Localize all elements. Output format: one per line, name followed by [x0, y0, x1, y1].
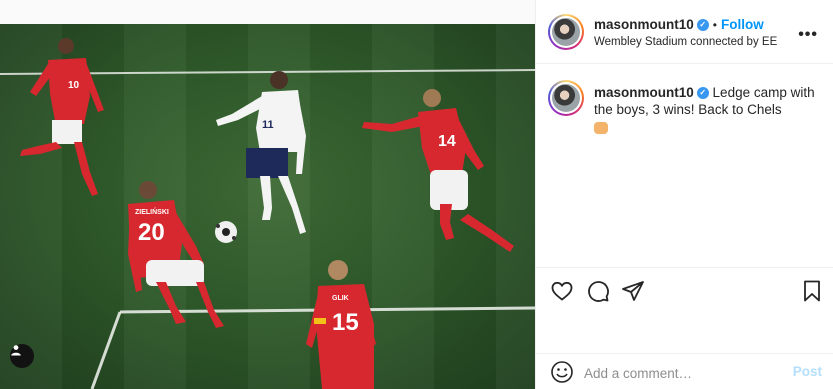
- fist-bump-emoji: [594, 122, 608, 135]
- caption-text-block: masonmount10 ✓ Ledge camp with the boys, …: [594, 84, 826, 135]
- smiley-icon[interactable]: [550, 360, 574, 384]
- more-options-icon[interactable]: •••: [798, 26, 818, 44]
- user-tag-button[interactable]: [10, 344, 34, 368]
- caption-avatar[interactable]: [548, 80, 584, 116]
- player-white-11: 11: [216, 71, 306, 234]
- player-red-20: ZIELIŃSKI 20: [128, 181, 224, 328]
- avatar[interactable]: [548, 14, 584, 50]
- post-caption: masonmount10 ✓ Ledge camp with the boys, …: [536, 64, 833, 267]
- share-icon[interactable]: [621, 279, 645, 303]
- avatar-image: [552, 18, 580, 46]
- post-photo[interactable]: 10 11 ZIELIŃSKI 20 14 GLIK 15: [0, 24, 535, 389]
- instagram-post-page: 10 11 ZIELIŃSKI 20 14 GLIK 15 masonmount…: [0, 0, 833, 389]
- bookmark-icon[interactable]: [800, 279, 824, 303]
- shirt-number-20: 20: [138, 219, 165, 246]
- shirt-name-zielinski: ZIELIŃSKI: [135, 207, 169, 216]
- shirt-number-14: 14: [438, 133, 456, 150]
- player-red-10: 10: [20, 38, 104, 196]
- post-header: masonmount10 ✓ • Follow Wembley Stadium con…: [536, 0, 833, 64]
- verified-badge-icon: ✓: [696, 18, 709, 31]
- player-red-14: 14: [362, 89, 514, 252]
- header-user-line: masonmount10 ✓ • Follow: [594, 16, 764, 34]
- heart-icon[interactable]: [550, 279, 574, 303]
- username-link[interactable]: masonmount10: [594, 17, 694, 32]
- follow-button[interactable]: Follow: [721, 17, 764, 32]
- shirt-number-15: 15: [332, 309, 359, 336]
- football: [215, 221, 237, 243]
- comment-input[interactable]: [584, 363, 784, 383]
- football-scene: 10 11 ZIELIŃSKI 20 14 GLIK 15: [0, 38, 535, 389]
- caption-verified-badge-icon: ✓: [696, 87, 709, 100]
- location-link[interactable]: Wembley Stadium connected by EE: [594, 36, 777, 48]
- comment-bar: Post: [536, 353, 833, 389]
- caption-username-link[interactable]: masonmount10: [594, 85, 694, 100]
- shirt-number-11: 11: [262, 119, 274, 131]
- player-red-15: GLIK 15: [306, 260, 376, 389]
- separator-dot: •: [712, 18, 717, 32]
- post-actions: [536, 267, 833, 353]
- post-comment-button[interactable]: Post: [793, 364, 822, 379]
- comment-icon[interactable]: [586, 279, 610, 303]
- user-tag-icon: [11, 345, 21, 356]
- shirt-number-10: 10: [68, 80, 80, 91]
- post-side-panel: masonmount10 ✓ • Follow Wembley Stadium con…: [535, 0, 833, 389]
- caption-avatar-image: [552, 84, 580, 112]
- shirt-name-glik: GLIK: [332, 295, 349, 302]
